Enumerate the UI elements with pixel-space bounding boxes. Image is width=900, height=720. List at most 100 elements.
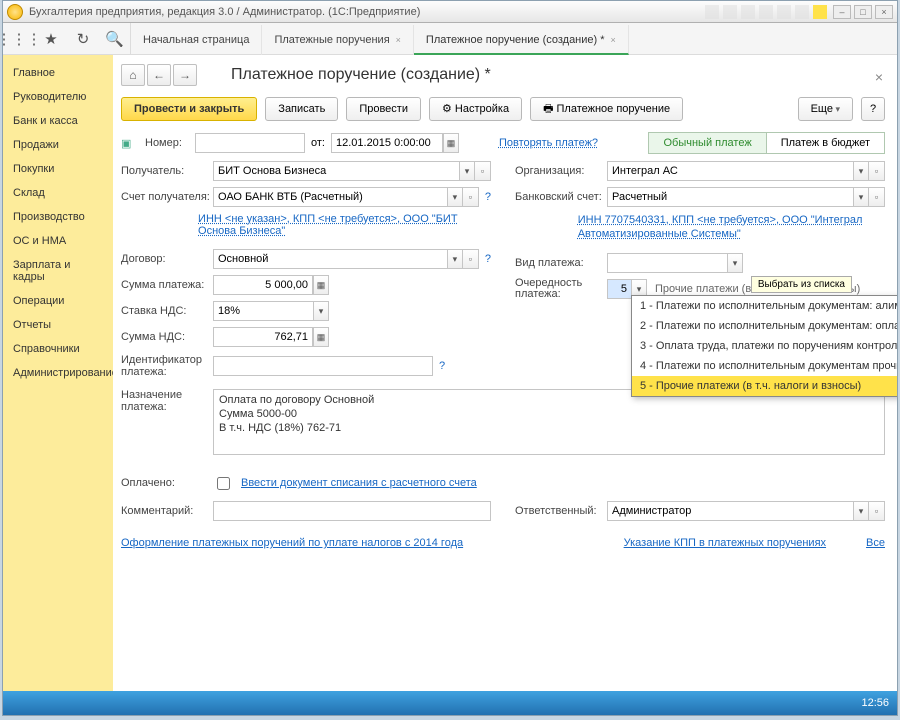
apps-icon[interactable]: ⋮⋮⋮: [3, 23, 35, 54]
title-icon[interactable]: [813, 5, 827, 19]
chevron-down-icon[interactable]: ▾: [853, 501, 869, 521]
title-icon[interactable]: [795, 5, 809, 19]
page-close-button[interactable]: ×: [875, 69, 883, 85]
dropdown-option-5[interactable]: 5 - Прочие платежи (в т.ч. налоги и взно…: [632, 376, 897, 396]
sidebar-item-bank[interactable]: Банк и касса: [3, 109, 113, 133]
kpp-link[interactable]: Указание КПП в платежных поручениях: [624, 537, 826, 549]
priority-input[interactable]: 5: [607, 279, 631, 299]
open-icon[interactable]: ▫: [463, 187, 479, 207]
title-icon[interactable]: [741, 5, 755, 19]
sidebar-item-assets[interactable]: ОС и НМА: [3, 229, 113, 253]
settings-button[interactable]: ⚙ Настройка: [429, 97, 522, 121]
priority-dropdown: Выбрать из списка 1 - Платежи по исполни…: [631, 295, 897, 397]
calc-icon[interactable]: ▦: [313, 327, 329, 347]
vat-rate-input[interactable]: 18%: [213, 301, 313, 321]
calc-icon[interactable]: ▦: [313, 275, 329, 295]
dropdown-option-4[interactable]: 4 - Платежи по исполнительным документам…: [632, 356, 897, 376]
amount-input[interactable]: 5 000,00: [213, 275, 313, 295]
post-and-close-button[interactable]: Провести и закрыть: [121, 97, 257, 121]
sidebar-item-catalogs[interactable]: Справочники: [3, 337, 113, 361]
comment-input[interactable]: [213, 501, 491, 521]
sidebar-item-manager[interactable]: Руководителю: [3, 85, 113, 109]
vat-sum-label: Сумма НДС:: [121, 331, 213, 343]
chevron-down-icon[interactable]: ▾: [447, 249, 463, 269]
forward-button[interactable]: →: [173, 64, 197, 86]
responsible-input[interactable]: Администратор: [607, 501, 853, 521]
calendar-icon[interactable]: ▦: [443, 133, 459, 153]
vat-sum-input[interactable]: 762,71: [213, 327, 313, 347]
save-button[interactable]: Записать: [265, 97, 338, 121]
recipient-details-link[interactable]: ИНН <не указан>, КПП <не требуется>, ООО…: [198, 213, 491, 237]
sidebar-item-sales[interactable]: Продажи: [3, 133, 113, 157]
tab-payments[interactable]: Платежные поручения×: [262, 25, 413, 55]
sidebar: Главное Руководителю Банк и касса Продаж…: [3, 55, 113, 715]
tax-payment-link[interactable]: Оформление платежных поручений по уплате…: [121, 537, 463, 549]
repeat-payment-link[interactable]: Повторять платеж?: [499, 137, 598, 149]
search-icon[interactable]: 🔍: [99, 23, 131, 54]
payment-id-input[interactable]: [213, 356, 433, 376]
dropdown-option-3[interactable]: 3 - Оплата труда, платежи по поручениям …: [632, 336, 897, 356]
org-input[interactable]: Интеграл АС: [607, 161, 853, 181]
sidebar-item-admin[interactable]: Администрирование: [3, 361, 113, 385]
chevron-down-icon[interactable]: ▾: [727, 253, 743, 273]
budget-payment-tab[interactable]: Платеж в бюджет: [767, 132, 885, 154]
more-button[interactable]: Еще: [798, 97, 853, 121]
help-icon[interactable]: ?: [485, 253, 491, 265]
open-icon[interactable]: ▫: [463, 249, 479, 269]
title-icon[interactable]: [723, 5, 737, 19]
sidebar-item-purchases[interactable]: Покупки: [3, 157, 113, 181]
maximize-button[interactable]: □: [854, 5, 872, 19]
sidebar-item-operations[interactable]: Операции: [3, 289, 113, 313]
payment-type-input[interactable]: [607, 253, 727, 273]
create-writeoff-link[interactable]: Ввести документ списания с расчетного сч…: [241, 477, 477, 489]
chevron-down-icon[interactable]: ▾: [459, 161, 475, 181]
payment-type-label: Вид платежа:: [515, 257, 607, 269]
help-icon[interactable]: ?: [485, 191, 491, 203]
close-button[interactable]: ×: [875, 5, 893, 19]
open-icon[interactable]: ▫: [869, 187, 885, 207]
minimize-button[interactable]: –: [833, 5, 851, 19]
sidebar-item-warehouse[interactable]: Склад: [3, 181, 113, 205]
contract-input[interactable]: Основной: [213, 249, 447, 269]
close-icon[interactable]: ×: [396, 35, 401, 45]
bank-account-input[interactable]: Расчетный: [607, 187, 853, 207]
normal-payment-tab[interactable]: Обычный платеж: [648, 132, 766, 154]
dropdown-option-2[interactable]: 2 - Платежи по исполнительным документам…: [632, 316, 897, 336]
chevron-down-icon[interactable]: ▾: [447, 187, 463, 207]
tab-payment-create[interactable]: Платежное поручение (создание) *×: [414, 25, 629, 55]
title-icon[interactable]: [705, 5, 719, 19]
chevron-down-icon[interactable]: ▾: [853, 187, 869, 207]
help-button[interactable]: ?: [861, 97, 885, 121]
purpose-textarea[interactable]: Оплата по договору Основной Сумма 5000-0…: [213, 389, 885, 455]
star-icon[interactable]: ★: [35, 23, 67, 54]
number-input[interactable]: [195, 133, 305, 153]
home-icon[interactable]: ⌂: [121, 64, 145, 86]
post-button[interactable]: Провести: [346, 97, 421, 121]
paid-checkbox[interactable]: [217, 477, 230, 490]
sidebar-item-main[interactable]: Главное: [3, 61, 113, 85]
print-button[interactable]: 🖶 Платежное поручение: [530, 97, 683, 121]
help-icon[interactable]: ?: [439, 360, 445, 372]
recipient-input[interactable]: БИТ Основа Бизнеса: [213, 161, 459, 181]
back-button[interactable]: ←: [147, 64, 171, 86]
close-icon[interactable]: ×: [611, 35, 616, 45]
chevron-down-icon[interactable]: ▾: [853, 161, 869, 181]
tab-home[interactable]: Начальная страница: [131, 25, 262, 55]
title-icon[interactable]: [777, 5, 791, 19]
sidebar-item-reports[interactable]: Отчеты: [3, 313, 113, 337]
history-icon[interactable]: ↻: [67, 23, 99, 54]
date-input[interactable]: 12.01.2015 0:00:00: [331, 133, 443, 153]
main-toolbar: ⋮⋮⋮ ★ ↻ 🔍 Начальная страница Платежные п…: [3, 23, 897, 55]
dropdown-option-1[interactable]: 1 - Платежи по исполнительным документам…: [632, 296, 897, 316]
title-icon[interactable]: [759, 5, 773, 19]
recipient-account-input[interactable]: ОАО БАНК ВТБ (Расчетный): [213, 187, 447, 207]
sidebar-item-production[interactable]: Производство: [3, 205, 113, 229]
org-details-link[interactable]: ИНН 7707540331, КПП <не требуется>, ООО …: [578, 213, 885, 241]
open-icon[interactable]: ▫: [869, 161, 885, 181]
open-icon[interactable]: ▫: [869, 501, 885, 521]
sidebar-item-payroll[interactable]: Зарплата и кадры: [3, 253, 113, 289]
all-link[interactable]: Все: [866, 537, 885, 549]
open-icon[interactable]: ▫: [475, 161, 491, 181]
chevron-down-icon[interactable]: ▾: [313, 301, 329, 321]
document-icon: ▣: [121, 137, 137, 150]
